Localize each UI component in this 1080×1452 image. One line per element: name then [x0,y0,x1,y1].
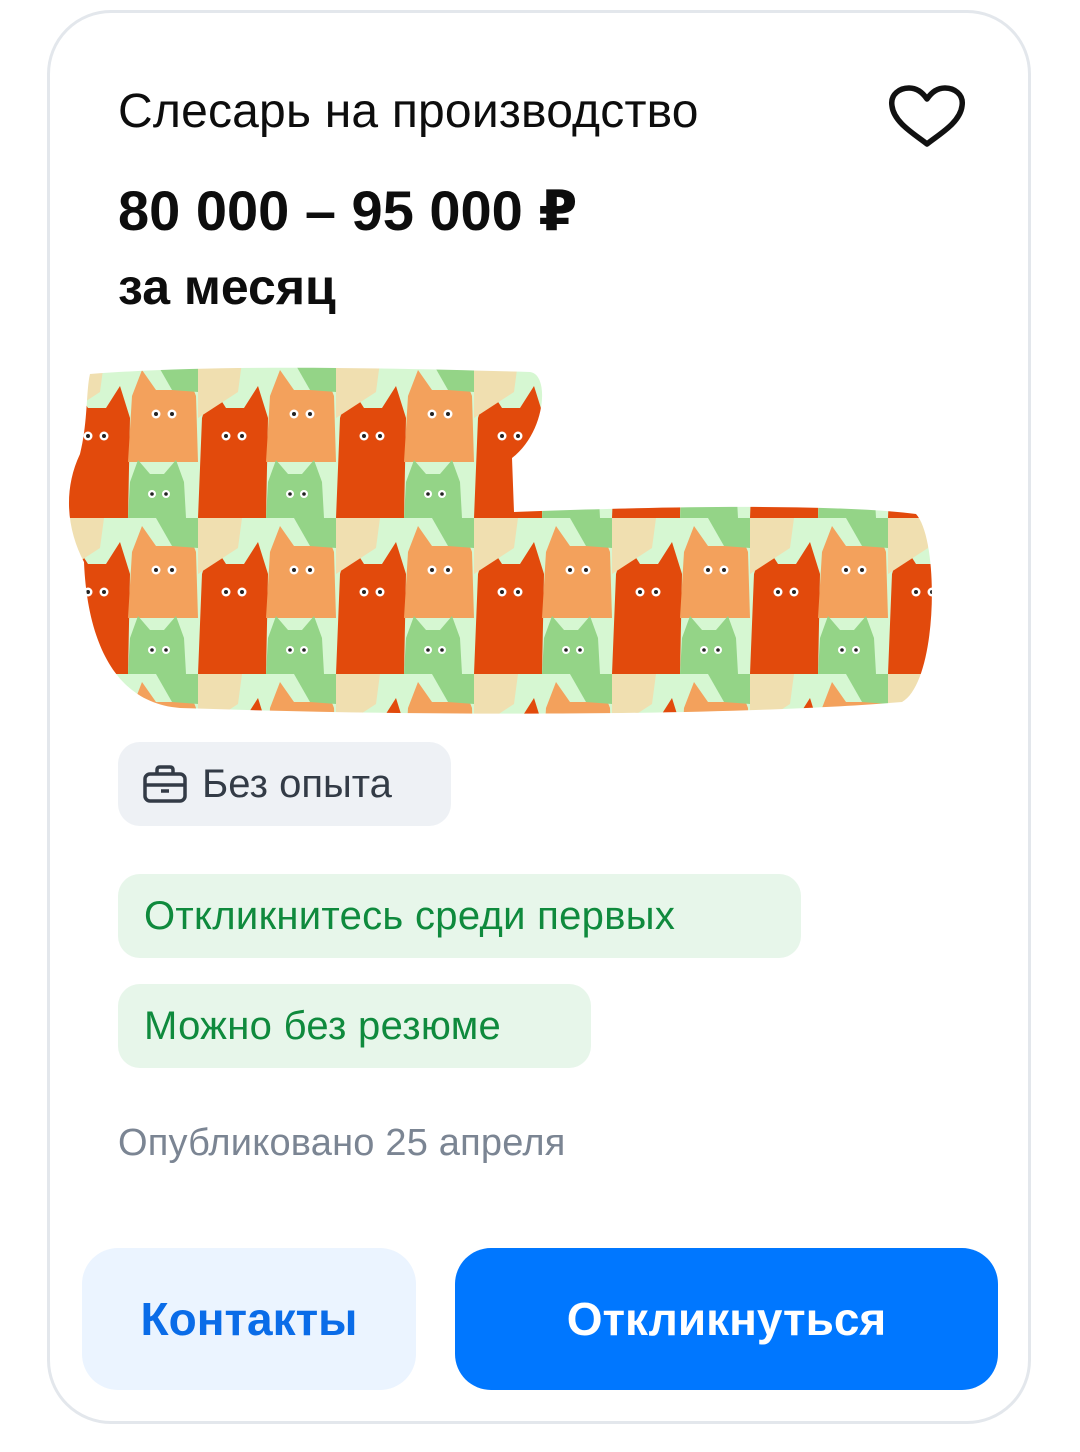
salary-period: за месяц [118,259,336,315]
briefcase-icon [143,765,187,803]
respond-first-label: Откликнитесь среди первых [144,893,676,938]
experience-tag-label: Без опыта [202,761,392,806]
vacancy-title[interactable]: Слесарь на производство [118,84,699,139]
salary-range: 80 000 – 95 000 ₽ [118,179,578,242]
no-resume-badge: Можно без резюме [118,984,591,1068]
contacts-button[interactable]: Контакты [82,1248,416,1390]
published-date: Опубликовано 25 апреля [118,1122,566,1164]
no-resume-label: Можно без резюме [144,1003,502,1048]
heart-icon[interactable] [886,84,968,150]
respond-button[interactable]: Откликнуться [455,1248,998,1390]
redacted-company-area [68,367,932,714]
experience-tag: Без опыта [118,742,451,826]
respond-first-badge: Откликнитесь среди первых [118,874,801,958]
